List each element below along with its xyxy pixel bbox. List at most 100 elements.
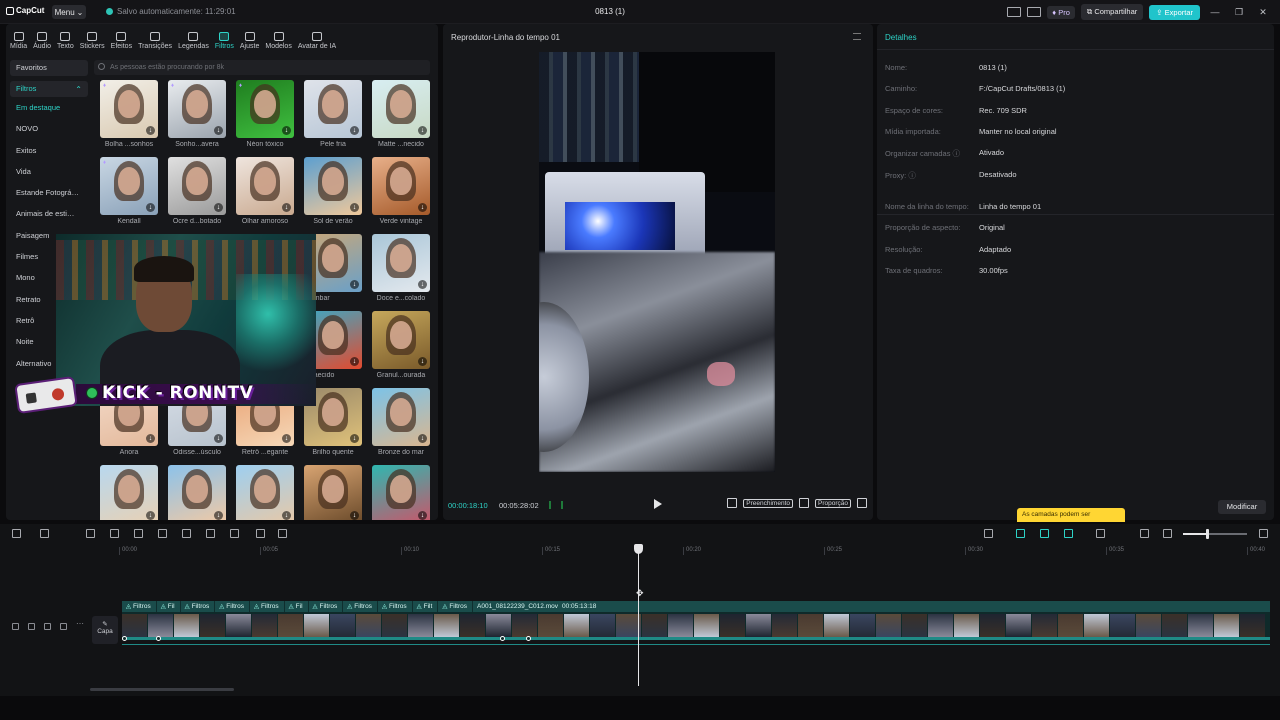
category-favoritos[interactable]: Favoritos: [10, 60, 88, 76]
filter-tile[interactable]: ↓ Granul...ourada: [372, 311, 430, 379]
select-tool-icon[interactable]: [40, 529, 49, 538]
modify-button[interactable]: Modificar: [1218, 500, 1266, 514]
more-icon[interactable]: ⋯: [76, 619, 84, 628]
download-icon[interactable]: ↓: [418, 434, 427, 443]
tool-ai-avatar[interactable]: Avatar de IA: [298, 32, 336, 52]
split-icon[interactable]: [134, 529, 143, 538]
tool-captions[interactable]: Legendas: [178, 32, 209, 52]
filter-tile[interactable]: ♦ ↓ Kendall: [100, 157, 158, 225]
filter-clip[interactable]: ◬ Filtros: [250, 601, 285, 612]
shield-icon[interactable]: [230, 529, 239, 538]
filter-thumbnail[interactable]: ↓: [236, 157, 294, 215]
filter-tile[interactable]: ♦ ↓ Bolha ...sonhos: [100, 80, 158, 148]
visibility-icon[interactable]: [44, 623, 51, 630]
filter-track[interactable]: ◬ Filtros ◬ Fil ◬ Filtros ◬ Filtros ◬ Filtros ◬ Fil…: [122, 601, 1270, 612]
keyframe-marker[interactable]: [526, 636, 531, 641]
download-icon[interactable]: ↓: [146, 511, 155, 520]
microphone-icon[interactable]: [984, 529, 993, 538]
zoom-handle[interactable]: [1206, 529, 1209, 539]
filter-clip[interactable]: ◬ Filtros: [181, 601, 216, 612]
filter-tile[interactable]: ↓: [236, 465, 294, 520]
split-left-icon[interactable]: [158, 529, 167, 538]
filter-thumbnail[interactable]: ↓: [236, 465, 294, 520]
download-icon[interactable]: ↓: [214, 203, 223, 212]
filter-clip[interactable]: ◬ Filtros: [438, 601, 474, 612]
filter-clip[interactable]: ◬ Fil: [285, 601, 309, 612]
filter-clip[interactable]: ◬ Filtros: [309, 601, 344, 612]
tool-templates[interactable]: Modelos: [265, 32, 292, 52]
category-filtros[interactable]: Filtros: [10, 81, 88, 97]
zoom-in-icon[interactable]: [1259, 529, 1268, 538]
tool-text[interactable]: Texto: [57, 32, 74, 52]
filter-tile[interactable]: ↓ Ocre d...botado: [168, 157, 226, 225]
close-icon[interactable]: ✕: [1254, 7, 1272, 18]
share-button[interactable]: ⧉ Compartilhar: [1080, 4, 1144, 20]
snapshot-icon[interactable]: [799, 498, 809, 508]
filter-tile[interactable]: ↓: [304, 465, 362, 520]
export-button[interactable]: ⇪ Exportar: [1149, 4, 1200, 20]
filter-tile[interactable]: ↓ Olhar amoroso: [236, 157, 294, 225]
filter-thumbnail[interactable]: ↓: [168, 465, 226, 520]
download-icon[interactable]: ↓: [418, 511, 427, 520]
filter-thumbnail[interactable]: ↓: [372, 388, 430, 446]
tool-audio[interactable]: Áudio: [33, 32, 51, 52]
category-item[interactable]: Exitos: [10, 140, 88, 161]
pro-button[interactable]: ♦ Pro: [1047, 5, 1075, 19]
download-icon[interactable]: ↓: [350, 203, 359, 212]
category-item[interactable]: NOVO: [10, 118, 88, 139]
download-icon[interactable]: ↓: [282, 203, 291, 212]
cover-button[interactable]: ✎ Capa: [92, 616, 118, 644]
category-item[interactable]: Estande Fotográ…: [10, 182, 88, 203]
tool-media[interactable]: Mídia: [10, 32, 27, 52]
filter-thumbnail[interactable]: ♦ ↓: [236, 80, 294, 138]
ai-edit-icon[interactable]: [278, 529, 287, 538]
audio-split-icon[interactable]: [1096, 529, 1105, 538]
mute-icon[interactable]: [60, 623, 67, 630]
video-preview[interactable]: [539, 52, 775, 472]
tool-effects[interactable]: Efeitos: [111, 32, 132, 52]
download-icon[interactable]: ↓: [418, 280, 427, 289]
filter-tile[interactable]: ↓: [100, 465, 158, 520]
keyframe-marker[interactable]: [500, 636, 505, 641]
subtitle-icon[interactable]: [1140, 529, 1149, 538]
filter-tile[interactable]: ↓: [168, 465, 226, 520]
filter-tile[interactable]: ↓ Doce e...colado: [372, 234, 430, 302]
magnet-icon[interactable]: [1040, 529, 1049, 538]
hamburger-menu-icon[interactable]: [853, 33, 861, 40]
category-item[interactable]: Em destaque: [10, 97, 88, 118]
tool-transition[interactable]: Transições: [138, 32, 172, 52]
download-icon[interactable]: ↓: [214, 434, 223, 443]
download-icon[interactable]: ↓: [418, 126, 427, 135]
filter-thumbnail[interactable]: ↓: [372, 80, 430, 138]
play-icon[interactable]: [654, 499, 662, 509]
download-icon[interactable]: ↓: [146, 434, 155, 443]
freeze-icon[interactable]: [256, 529, 265, 538]
filter-thumbnail[interactable]: ↓: [372, 234, 430, 292]
filter-tile[interactable]: ↓: [372, 465, 430, 520]
track-select-icon[interactable]: [12, 623, 19, 630]
crop-icon[interactable]: [727, 498, 738, 508]
filter-thumbnail[interactable]: ♦ ↓: [168, 80, 226, 138]
category-item[interactable]: Vida: [10, 161, 88, 182]
filter-thumbnail[interactable]: ↓: [304, 80, 362, 138]
keyframe-marker[interactable]: [156, 636, 161, 641]
preview-axis-icon[interactable]: [1064, 529, 1073, 538]
menu-button[interactable]: Menu ⌄: [52, 5, 86, 19]
redo-icon[interactable]: [110, 529, 119, 538]
filter-tile[interactable]: ♦ ↓ Sonho...avera: [168, 80, 226, 148]
filter-clip[interactable]: ◬ Filt: [413, 601, 439, 612]
zoom-out-icon[interactable]: [1163, 529, 1172, 538]
fill-button[interactable]: Preenchimento: [743, 498, 793, 508]
tool-adjust[interactable]: Ajuste: [240, 32, 259, 52]
zoom-slider[interactable]: [1183, 529, 1247, 539]
filter-tile[interactable]: ↓ Bronze do mar: [372, 388, 430, 456]
filter-thumbnail[interactable]: ↓: [304, 465, 362, 520]
download-icon[interactable]: ↓: [282, 434, 291, 443]
filter-tile[interactable]: ↓ Matte ...necido: [372, 80, 430, 148]
filter-thumbnail[interactable]: ↓: [372, 465, 430, 520]
keyframe-marker[interactable]: [122, 636, 127, 641]
filter-clip[interactable]: ◬ Filtros: [215, 601, 250, 612]
download-icon[interactable]: ↓: [350, 434, 359, 443]
filter-clip[interactable]: ◬ Filtros: [378, 601, 413, 612]
timeline-scrollbar[interactable]: [90, 688, 234, 691]
